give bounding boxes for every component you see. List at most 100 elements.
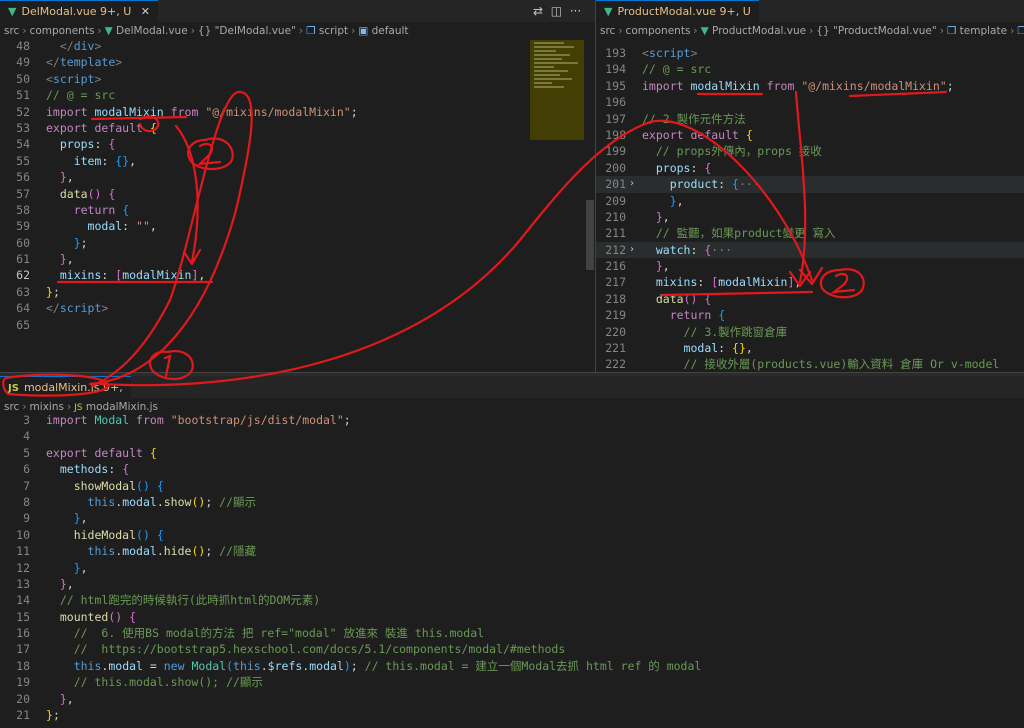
code-line[interactable]: 219 return { [596,307,1024,323]
split-editor-icon[interactable]: ◫ [551,4,562,18]
tab-modalmixin[interactable]: JS modalMixin.js 9+, [0,376,131,398]
code-line[interactable]: 196 [596,94,1024,110]
code-line[interactable]: 54 props: { [0,136,595,152]
code-line[interactable]: 216 }, [596,258,1024,274]
breadcrumb-src[interactable]: src [4,25,19,37]
code-line[interactable]: 49 </template> [0,54,595,70]
code-line[interactable]: 56 }, [0,169,595,185]
tab-delmodal[interactable]: ▼ DelModal.vue 9+, U ✕ [0,0,158,22]
minimap[interactable] [530,40,584,140]
tab-status-badge: 9+, U [100,5,132,18]
code-line[interactable]: 9 }, [0,510,1024,526]
code-line[interactable]: 18 this.modal = new Modal(this.$refs.mod… [0,658,1024,674]
code-line[interactable]: 8 this.modal.show(); //顯示 [0,494,1024,510]
code-line[interactable]: 200 props: { [596,160,1024,176]
code-text: </script> [46,301,109,316]
code-line[interactable]: 51 // @ = src [0,87,595,103]
code-text: import modalMixin from "@/mixins/modalMi… [642,78,954,93]
tab-productmodal[interactable]: ▼ ProductModal.vue 9+, U [596,0,759,22]
breadcrumb-components[interactable]: components [626,25,691,37]
breadcrumb-default[interactable]: default [372,25,409,37]
code-line[interactable]: 55 item: {}, [0,153,595,169]
code-line[interactable]: 15 mounted() { [0,609,1024,625]
code-line[interactable]: 220 // 3.製作跳窗倉庫 [596,324,1024,340]
code-line[interactable]: 193 <script> [596,45,1024,61]
code-text: // props外傳內，props 接收 [655,144,822,159]
breadcrumb-script[interactable]: script [319,25,348,37]
scrollbar[interactable] [586,200,594,270]
code-line[interactable]: 7 showModal() { [0,478,1024,494]
code-text: props: { [59,137,116,152]
code-line[interactable]: 53 export default { [0,120,595,136]
code-line[interactable]: 60 }; [0,235,595,251]
code-line[interactable]: 13 }, [0,576,1024,592]
breadcrumb-file[interactable]: DelModal.vue [116,25,188,37]
code-line[interactable]: 197 // 2.製作元件方法 [596,111,1024,127]
code-line[interactable]: 50 <script> [0,71,595,87]
breadcrumb-object[interactable]: {} "DelModal.vue" [198,25,296,37]
code-line[interactable]: 212 › watch: {··· [596,241,1024,259]
code-line[interactable]: 10 hideModal() { [0,527,1024,543]
code-editor[interactable]: 48 </div> 49 </template> 50 <script> 51// @ =… [0,38,595,333]
code-line[interactable]: 194 // @ = src [596,61,1024,77]
code-line[interactable]: 62 mixins: [modalMixin], [0,267,595,283]
line-number: 198 [605,127,626,142]
breadcrumb-components[interactable]: components [30,25,95,37]
line-number: 14 [16,593,30,608]
code-line[interactable]: 48 </div> [0,38,595,54]
code-line[interactable]: 209 }, [596,193,1024,209]
code-text: export default { [46,120,157,135]
line-number: 197 [605,111,626,126]
code-line[interactable]: 52 import modalMixin from "@/mixins/modal… [0,104,595,120]
code-line[interactable]: 211 // 監聽，如果product變更 寫入 [596,225,1024,241]
code-line[interactable]: 64 </script> [0,300,595,316]
code-line[interactable]: 20 }, [0,691,1024,707]
code-text: }, [59,576,74,591]
code-line[interactable]: 21}; [0,707,1024,723]
line-number: 10 [16,527,30,542]
code-text: import Modal from "bootstrap/js/dist/mod… [46,413,351,427]
code-editor[interactable]: 193 <script> 194 // @ = src 195 import modalM… [596,45,1024,372]
code-line[interactable]: 11 this.modal.hide(); //隱藏 [0,543,1024,559]
code-line[interactable]: 14 // html跑完的時候執行(此時抓html的DOM元素) [0,592,1024,608]
code-text: }, [59,691,74,706]
fold-chevron-icon[interactable]: › [629,176,635,192]
breadcrumb-src[interactable]: src [600,25,615,37]
more-actions-icon[interactable]: ··· [570,4,581,18]
code-line[interactable]: 210 }, [596,209,1024,225]
code-line[interactable]: 19 // this.modal.show(); //顯示 [0,674,1024,690]
breadcrumb-file[interactable]: ProductModal.vue [712,25,806,37]
line-number: 8 [23,494,30,509]
code-line[interactable]: 4 [0,428,1024,444]
code-line[interactable]: 17 // https://bootstrap5.hexschool.com/d… [0,641,1024,657]
code-line[interactable]: 3 import Modal from "bootstrap/js/dist/mo… [0,412,1024,428]
code-text: return { [73,202,130,217]
code-line[interactable]: 58 return { [0,202,595,218]
breadcrumb-object[interactable]: {} "ProductModal.vue" [816,25,936,37]
code-line[interactable]: 201 › product: {··· [596,176,1024,193]
code-line[interactable]: 65 [0,317,595,333]
compare-icon[interactable]: ⇄ [533,4,543,18]
code-line[interactable]: 221 modal: {}, [596,340,1024,356]
line-number: 17 [16,642,30,657]
code-line[interactable]: 217 mixins: [modalMixin], [596,274,1024,290]
code-line[interactable]: 59 modal: "", [0,218,595,234]
code-line[interactable]: 5 export default { [0,445,1024,461]
code-editor[interactable]: 3 import Modal from "bootstrap/js/dist/mo… [0,412,1024,723]
fold-chevron-icon[interactable]: › [629,242,635,258]
code-line[interactable]: 218 data() { [596,291,1024,307]
code-line[interactable]: 195 import modalMixin from "@/mixins/moda… [596,78,1024,94]
line-number: 201 [605,177,626,192]
code-line[interactable]: 198 export default { [596,127,1024,143]
code-line[interactable]: 16 // 6. 使用BS modal的方法 把 ref="modal" 放進來… [0,625,1024,641]
code-line[interactable]: 199 // props外傳內，props 接收 [596,143,1024,159]
code-line[interactable]: 6 methods: { [0,461,1024,477]
code-line[interactable]: 63}; [0,284,595,300]
code-text: this.modal = new Modal(this.$refs.modal)… [73,658,702,673]
breadcrumb-template[interactable]: template [960,25,1007,37]
code-line[interactable]: 12 }, [0,560,1024,576]
code-line[interactable]: 61 }, [0,251,595,267]
close-icon[interactable]: ✕ [141,5,150,18]
code-line[interactable]: 222 // 接收外層(products.vue)輸入資料 倉庫 Or v-mo… [596,356,1024,372]
code-line[interactable]: 57 data() { [0,186,595,202]
